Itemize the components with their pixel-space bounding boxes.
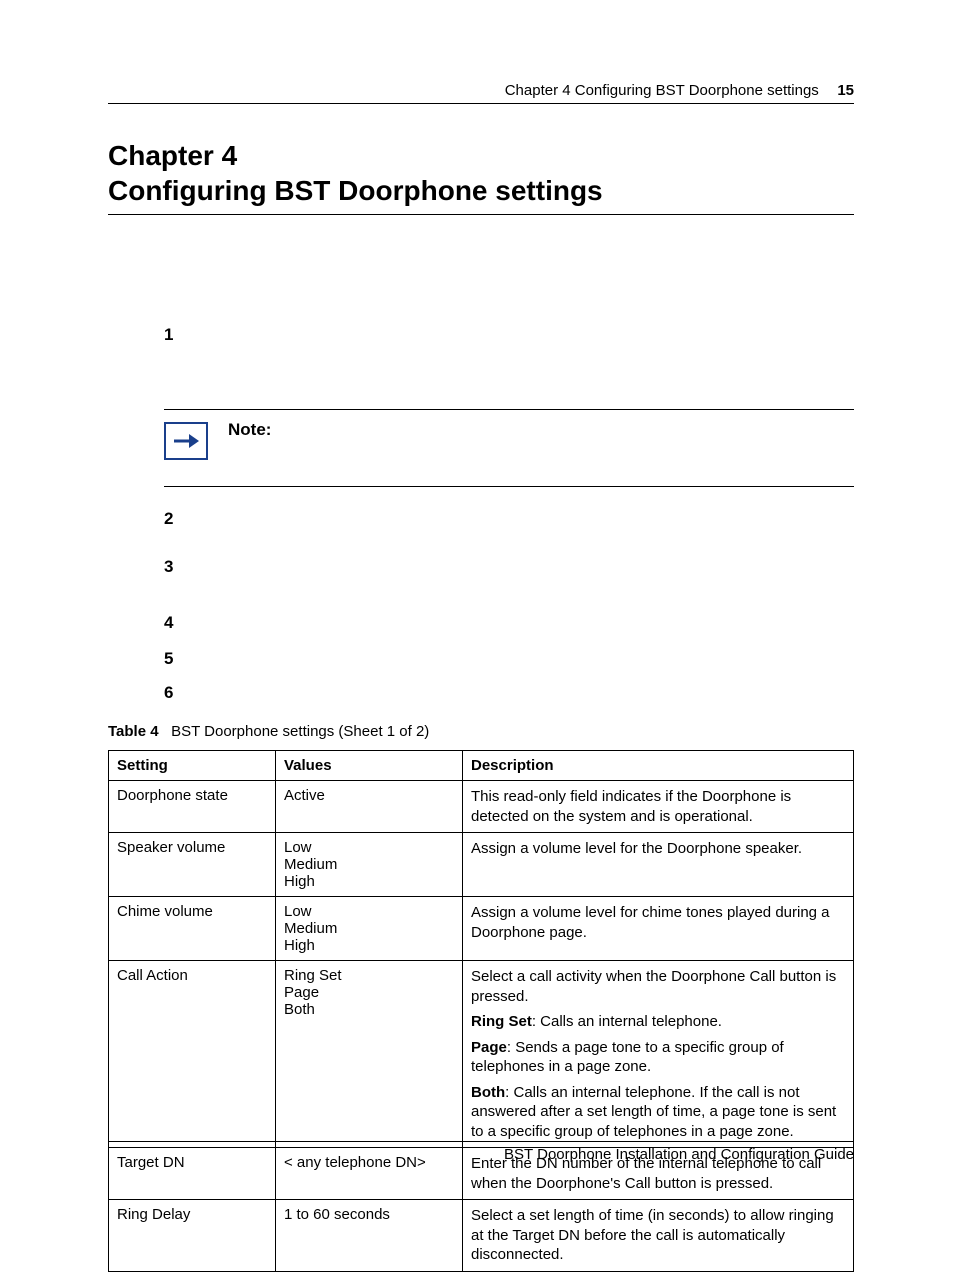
cell-values: 1 to 60 seconds (276, 1200, 463, 1272)
table-row: Speaker volume Low Medium High Assign a … (109, 833, 854, 897)
list-number: 5 (164, 649, 198, 669)
desc-ringset: Ring Set: Calls an internal telephone. (471, 1012, 845, 1032)
note-box: Note: (164, 409, 854, 487)
list-number: 4 (164, 613, 198, 633)
desc-intro: Select a call activity when the Doorphon… (471, 967, 845, 1006)
desc-page-text: : Sends a page tone to a specific group … (471, 1039, 784, 1076)
running-header-text: Chapter 4 Configuring BST Doorphone sett… (108, 82, 854, 99)
desc-both-text: : Calls an internal telephone. If the ca… (471, 1084, 836, 1140)
col-header-desc: Description (463, 751, 854, 781)
desc-both: Both: Calls an internal telephone. If th… (471, 1083, 845, 1142)
table-row: Chime volume Low Medium High Assign a vo… (109, 897, 854, 961)
chapter-label: Chapter 4 (108, 138, 854, 173)
cell-setting: Doorphone state (109, 781, 276, 833)
cell-values: Low Medium High (276, 833, 463, 897)
chapter-title: Configuring BST Doorphone settings (108, 173, 854, 208)
desc-ringset-label: Ring Set (471, 1013, 532, 1030)
footer: BST Doorphone Installation and Configura… (108, 1141, 854, 1163)
cell-values: Active (276, 781, 463, 833)
cell-setting: Speaker volume (109, 833, 276, 897)
chapter-heading: Chapter 4 Configuring BST Doorphone sett… (108, 138, 854, 215)
cell-setting: Call Action (109, 961, 276, 1148)
list-number: 3 (164, 557, 198, 577)
col-header-values: Values (276, 751, 463, 781)
note-content: Note: (228, 420, 271, 440)
ordered-list: 1 Note: 2 3 4 (164, 325, 854, 703)
running-header-title: Chapter 4 Configuring BST Doorphone sett… (505, 82, 819, 99)
table-row: Call Action Ring Set Page Both Select a … (109, 961, 854, 1148)
page: Chapter 4 Configuring BST Doorphone sett… (0, 0, 954, 1235)
desc-ringset-text: : Calls an internal telephone. (532, 1013, 722, 1030)
desc-page-label: Page (471, 1039, 507, 1056)
table-caption-label: Table 4 (108, 723, 159, 740)
cell-setting: Ring Delay (109, 1200, 276, 1272)
cell-desc: Select a set length of time (in seconds)… (463, 1200, 854, 1272)
cell-desc: This read-only field indicates if the Do… (463, 781, 854, 833)
list-item: 3 (164, 557, 854, 577)
settings-table: Setting Values Description Doorphone sta… (108, 750, 854, 1272)
list-number: 1 (164, 325, 198, 345)
cell-values: Ring Set Page Both (276, 961, 463, 1148)
list-item: 2 (164, 509, 854, 529)
list-item: 1 (164, 325, 854, 345)
list-number: 2 (164, 509, 198, 529)
cell-values: Low Medium High (276, 897, 463, 961)
footer-text: BST Doorphone Installation and Configura… (504, 1146, 854, 1163)
table-caption: Table 4 BST Doorphone settings (Sheet 1 … (108, 723, 854, 740)
table-header-row: Setting Values Description (109, 751, 854, 781)
running-header: Chapter 4 Configuring BST Doorphone sett… (108, 82, 854, 104)
list-item: 4 (164, 613, 854, 633)
table-row: Doorphone state Active This read-only fi… (109, 781, 854, 833)
desc-page: Page: Sends a page tone to a specific gr… (471, 1038, 845, 1077)
arrow-right-icon (164, 422, 208, 460)
cell-setting: Chime volume (109, 897, 276, 961)
cell-desc: Select a call activity when the Doorphon… (463, 961, 854, 1148)
desc-both-label: Both (471, 1084, 505, 1101)
note-label: Note: (228, 420, 271, 439)
list-item: 5 (164, 649, 854, 669)
cell-desc: Assign a volume level for the Doorphone … (463, 833, 854, 897)
page-number: 15 (837, 82, 854, 99)
col-header-setting: Setting (109, 751, 276, 781)
list-item: 6 (164, 683, 854, 703)
list-number: 6 (164, 683, 198, 703)
table-row: Ring Delay 1 to 60 seconds Select a set … (109, 1200, 854, 1272)
table-caption-text: BST Doorphone settings (Sheet 1 of 2) (171, 723, 429, 740)
cell-desc: Assign a volume level for chime tones pl… (463, 897, 854, 961)
